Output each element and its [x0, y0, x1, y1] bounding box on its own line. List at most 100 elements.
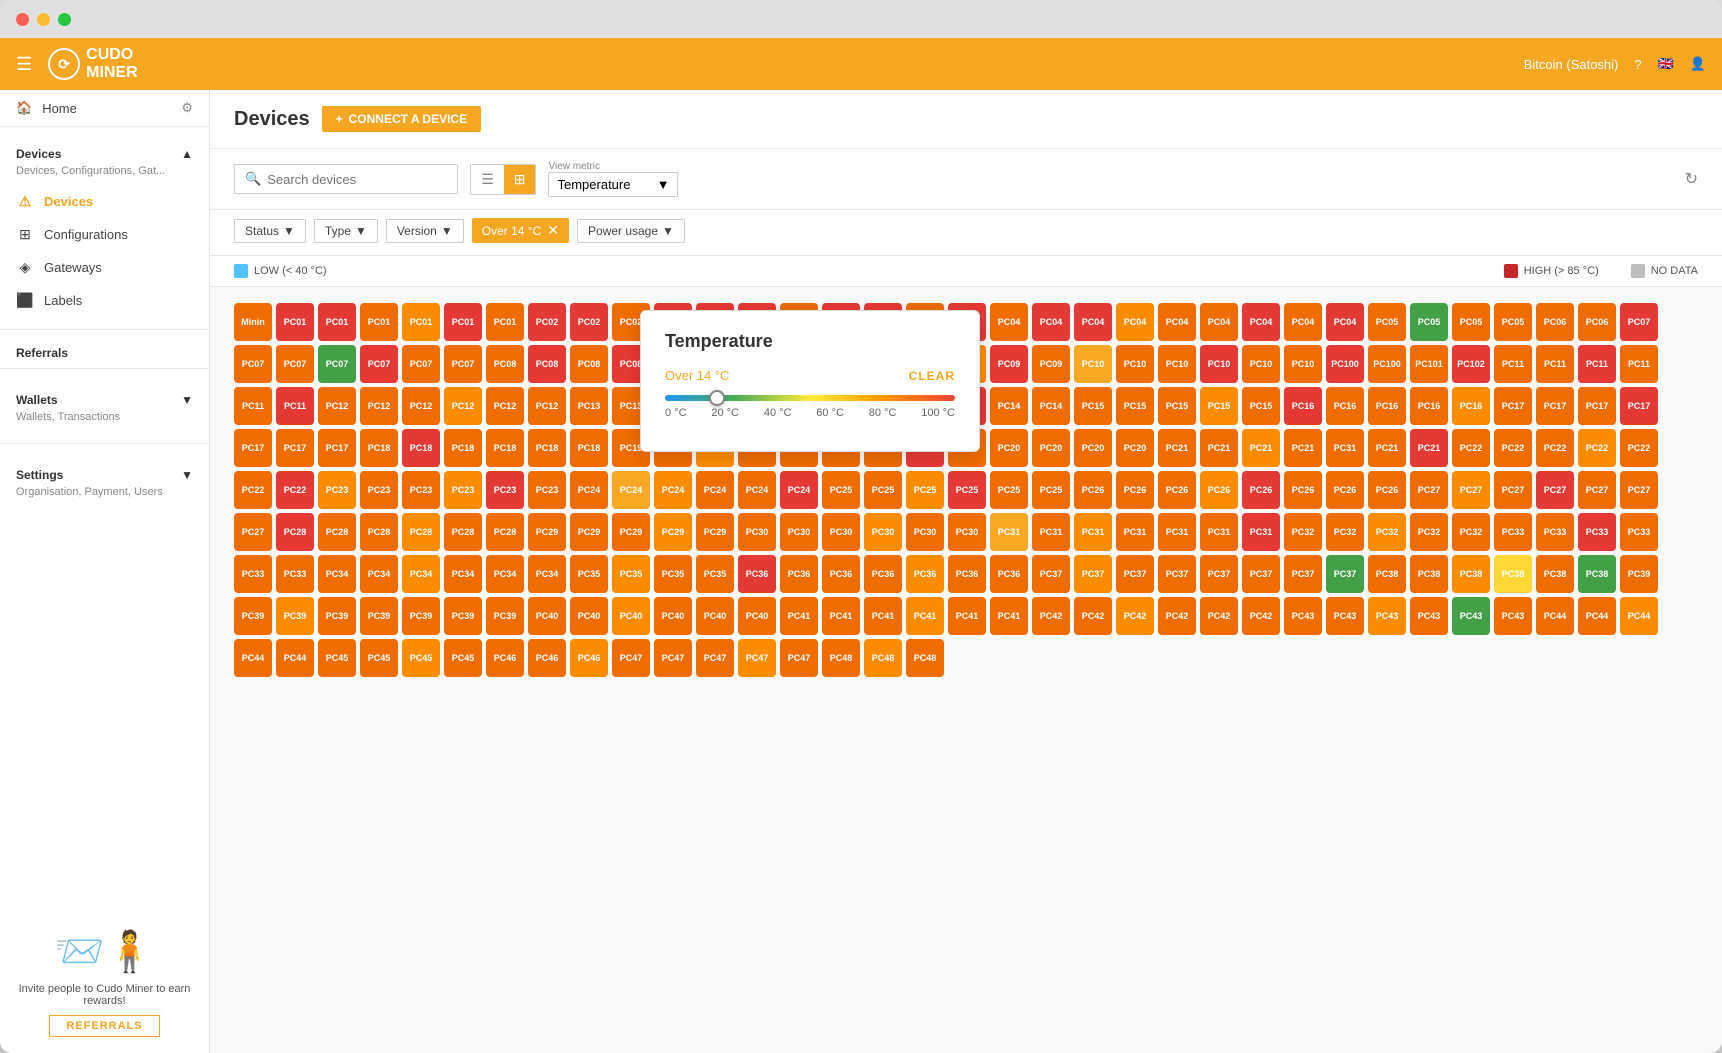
device-tile[interactable]: PC18 [360, 429, 398, 467]
device-tile[interactable]: PC17 [1494, 387, 1532, 425]
device-tile[interactable]: PC14 [990, 387, 1028, 425]
sidebar-item-devices[interactable]: ⚠ Devices [0, 185, 209, 218]
device-tile[interactable]: PC31 [1074, 513, 1112, 551]
device-tile[interactable]: PC30 [906, 513, 944, 551]
grid-view-button[interactable]: ⊞ [504, 165, 536, 194]
device-tile[interactable]: PC04 [1242, 303, 1280, 341]
device-tile[interactable]: PC15 [1242, 387, 1280, 425]
device-tile[interactable]: PC37 [1116, 555, 1154, 593]
device-tile[interactable]: PC26 [1074, 471, 1112, 509]
device-tile[interactable]: PC46 [528, 639, 566, 677]
device-tile[interactable]: PC02 [570, 303, 608, 341]
device-tile[interactable]: PC01 [402, 303, 440, 341]
device-tile[interactable]: PC44 [1620, 597, 1658, 635]
device-tile[interactable]: PC32 [1326, 513, 1364, 551]
device-tile[interactable]: PC07 [1620, 303, 1658, 341]
device-tile[interactable]: PC04 [990, 303, 1028, 341]
device-tile[interactable]: PC23 [318, 471, 356, 509]
device-tile[interactable]: PC27 [1536, 471, 1574, 509]
device-tile[interactable]: PC45 [318, 639, 356, 677]
device-tile[interactable]: PC05 [1410, 303, 1448, 341]
device-tile[interactable]: PC27 [1620, 471, 1658, 509]
device-tile[interactable]: PC27 [234, 513, 272, 551]
device-tile[interactable]: PC07 [402, 345, 440, 383]
wallets-section-title[interactable]: Wallets ▼ [0, 381, 209, 411]
device-tile[interactable]: PC24 [612, 471, 650, 509]
device-tile[interactable]: PC12 [360, 387, 398, 425]
device-tile[interactable]: PC30 [738, 513, 776, 551]
device-tile[interactable]: PC48 [864, 639, 902, 677]
device-tile[interactable]: PC30 [780, 513, 818, 551]
device-tile[interactable]: PC10 [1074, 345, 1112, 383]
device-tile[interactable]: PC18 [402, 429, 440, 467]
device-tile[interactable]: PC22 [1620, 429, 1658, 467]
device-tile[interactable]: PC08 [528, 345, 566, 383]
device-tile[interactable]: PC22 [1452, 429, 1490, 467]
device-tile[interactable]: PC35 [696, 555, 734, 593]
device-tile[interactable]: PC14 [1032, 387, 1070, 425]
device-tile[interactable]: PC16 [1326, 387, 1364, 425]
device-tile[interactable]: PC37 [1032, 555, 1070, 593]
device-tile[interactable]: PC42 [1200, 597, 1238, 635]
sidebar-item-home[interactable]: 🏠 Home ⚙ [0, 90, 209, 127]
view-metric-select[interactable]: Temperature ▼ [548, 172, 678, 197]
device-tile[interactable]: PC23 [360, 471, 398, 509]
device-tile[interactable]: PC05 [1368, 303, 1406, 341]
device-tile[interactable]: PC25 [822, 471, 860, 509]
device-tile[interactable]: PC41 [990, 597, 1028, 635]
device-tile[interactable]: PC01 [444, 303, 482, 341]
device-tile[interactable]: PC47 [780, 639, 818, 677]
device-tile[interactable]: PC38 [1494, 555, 1532, 593]
device-tile[interactable]: PC37 [1326, 555, 1364, 593]
device-tile[interactable]: PC26 [1116, 471, 1154, 509]
device-tile[interactable]: PC16 [1452, 387, 1490, 425]
device-tile[interactable]: PC10 [1200, 345, 1238, 383]
device-tile[interactable]: PC23 [444, 471, 482, 509]
device-tile[interactable]: PC38 [1368, 555, 1406, 593]
device-tile[interactable]: PC37 [1284, 555, 1322, 593]
device-tile[interactable]: PC31 [1200, 513, 1238, 551]
device-tile[interactable]: PC39 [234, 597, 272, 635]
device-tile[interactable]: PC12 [444, 387, 482, 425]
temp-clear-button[interactable]: CLEAR [909, 369, 955, 383]
device-tile[interactable]: PC48 [906, 639, 944, 677]
device-tile[interactable]: PC18 [444, 429, 482, 467]
device-tile[interactable]: PC34 [360, 555, 398, 593]
device-tile[interactable]: PC27 [1494, 471, 1532, 509]
device-tile[interactable]: PC37 [1158, 555, 1196, 593]
device-tile[interactable]: PC10 [1242, 345, 1280, 383]
device-tile[interactable]: PC17 [1578, 387, 1616, 425]
device-tile[interactable]: PC41 [948, 597, 986, 635]
device-tile[interactable]: PC34 [402, 555, 440, 593]
device-tile[interactable]: PC39 [444, 597, 482, 635]
device-tile[interactable]: PC44 [276, 639, 314, 677]
device-tile[interactable]: PC22 [1578, 429, 1616, 467]
device-tile[interactable]: PC26 [1326, 471, 1364, 509]
device-tile[interactable]: PC33 [1620, 513, 1658, 551]
device-tile[interactable]: PC07 [318, 345, 356, 383]
device-tile[interactable]: PC46 [486, 639, 524, 677]
device-tile[interactable]: PC30 [822, 513, 860, 551]
device-tile[interactable]: PC39 [486, 597, 524, 635]
device-tile[interactable]: PC42 [1242, 597, 1280, 635]
device-tile[interactable]: PC08 [486, 345, 524, 383]
device-tile[interactable]: PC27 [1410, 471, 1448, 509]
device-tile[interactable]: PC24 [738, 471, 776, 509]
device-tile[interactable]: PC41 [906, 597, 944, 635]
device-tile[interactable]: PC39 [276, 597, 314, 635]
device-tile[interactable]: PC38 [1536, 555, 1574, 593]
device-tile[interactable]: PC15 [1074, 387, 1112, 425]
device-tile[interactable]: PC43 [1494, 597, 1532, 635]
temp-slider-thumb[interactable] [709, 390, 725, 406]
device-tile[interactable]: PC04 [1284, 303, 1322, 341]
device-tile[interactable]: PC35 [612, 555, 650, 593]
device-tile[interactable]: PC01 [360, 303, 398, 341]
device-tile[interactable]: PC31 [1326, 429, 1364, 467]
device-tile[interactable]: PC11 [1494, 345, 1532, 383]
device-tile[interactable]: PC25 [906, 471, 944, 509]
device-tile[interactable]: Minin [234, 303, 272, 341]
hamburger-icon[interactable]: ☰ [16, 54, 32, 75]
device-tile[interactable]: PC26 [1368, 471, 1406, 509]
device-tile[interactable]: PC43 [1284, 597, 1322, 635]
device-tile[interactable]: PC26 [1242, 471, 1280, 509]
